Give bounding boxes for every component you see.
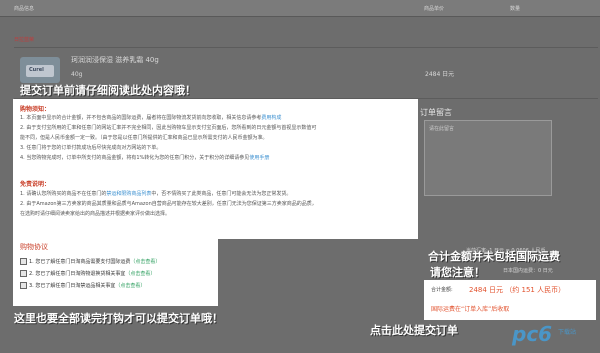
agreement-item: 2. 您已了解任意门日淘购物退换货相关事宜（点击查看） — [20, 270, 155, 277]
order-note-input[interactable]: 请在此留言 — [424, 120, 552, 196]
product-image-label: Curel — [29, 67, 44, 73]
col-info: 商品信息 — [14, 6, 35, 12]
logo-sub: 下载站 — [558, 329, 577, 336]
order-note-title: 订单留言 — [420, 108, 452, 117]
agreement-item: 1. 您已了解任意门日淘商品需要支付国际运费（点击查看） — [20, 258, 160, 265]
callout-total-warning-2: 请您注意！ — [430, 266, 485, 279]
product-table-header: 商品信息 商品单价 数量 — [0, 0, 600, 17]
total-box: 合计金额: 2484 日元 （约 151 人民币） 国际运费在“订单入库”后收取 — [424, 280, 596, 320]
notice-line: 能不同，但是人民币金额一定一致。（由于您是以任意门所提供的汇率和商品已显示所需支… — [20, 135, 268, 141]
shop-name[interactable]: 日拉蓝荣 — [14, 36, 34, 43]
agreement-item: 3. 您已了解任意门日淘禁运品相关事宜（点击查看） — [20, 282, 145, 289]
notice-line: 2. 由于Amazon第三方卖家的商品其质量和品质与Amazon自营商品可能存在… — [20, 201, 317, 207]
callout-click-submit: 点击此处提交订单 — [370, 324, 458, 337]
logo-brand: pc6 — [512, 322, 553, 346]
disclaimer-title: 免责说明： — [20, 181, 51, 188]
total-label: 合计金额: — [431, 287, 453, 293]
notice-title: 购物须知： — [20, 106, 51, 113]
notice-line: 3. 任意门将于您的订单付款成功后尽快完成向对方网站的下单。 — [20, 145, 162, 151]
pc6-logo: pc6 下载站 — [500, 321, 596, 349]
view-link[interactable]: （点击查看） — [115, 283, 145, 289]
notice-line: 1. 请确认您所购买的商品不在任意门的禁运和限购商品列表中，否不情购买了此类商品… — [20, 191, 292, 197]
notice-line: 2. 由于支付宝所用的汇率和任意门的网站汇率并不完全相同，因此当购物车显示支付宝… — [20, 125, 317, 131]
manual-link[interactable]: 使用手册 — [249, 155, 269, 161]
col-qty: 数量 — [510, 6, 521, 12]
intl-shipping-note: 国际运费在“订单入库”后收取 — [431, 306, 510, 313]
callout-total-warning-1: 合计金额并未包括国际运费 — [428, 250, 560, 263]
notice-line: 1. 本页面中显示的合计金额，并不包含商品的国际运费，届者将在国际物流发货前向您… — [20, 115, 282, 121]
view-link[interactable]: （点击查看） — [130, 259, 160, 265]
agreement-box: 购物协议 1. 您已了解任意门日淘商品需要支付国际运费（点击查看） 2. 您已了… — [13, 233, 218, 306]
product-price: 2484 日元 — [425, 71, 455, 78]
agreement-checkbox[interactable] — [20, 270, 27, 277]
total-value: 2484 日元 （约 151 人民币） — [469, 286, 566, 294]
col-price: 商品单价 — [424, 6, 445, 12]
restricted-list-link[interactable]: 禁运和限购商品列表 — [106, 191, 151, 197]
domestic-shipping: 日本国内运费：0 日元 — [503, 268, 553, 274]
view-link[interactable]: （点击查看） — [125, 271, 155, 277]
notice-line: 4. 当您购物完成时，订单中所支付的商品金额，将有1%转化为您的任意门积分，关于… — [20, 155, 270, 161]
product-thumbnail[interactable]: Curel — [20, 57, 60, 83]
fee-link[interactable]: 费用构成 — [261, 115, 281, 121]
notice-line: 在选购时请仔细阅读卖家给出的商品描述并根据卖家评价做出选择。 — [20, 211, 171, 217]
notice-box: 购物须知： 1. 本页面中显示的合计金额，并不包含商品的国际运费，届者将在国际物… — [13, 99, 418, 239]
callout-agreement: 这里也要全部读完打钩才可以提交订单哦！ — [14, 312, 223, 325]
agreement-checkbox[interactable] — [20, 282, 27, 289]
product-name[interactable]: 珂润润浸保湿 滋养乳霜 40g — [71, 55, 159, 65]
product-spec: 40g — [71, 71, 83, 78]
agreement-checkbox[interactable] — [20, 258, 27, 265]
callout-read-before: 提交订单前请仔细阅读此处内容哦！ — [20, 84, 196, 97]
agreement-title: 购物协议 — [20, 243, 48, 251]
order-page: 商品信息 商品单价 数量 日拉蓝荣 Curel 珂润润浸保湿 滋养乳霜 40g … — [0, 0, 600, 353]
